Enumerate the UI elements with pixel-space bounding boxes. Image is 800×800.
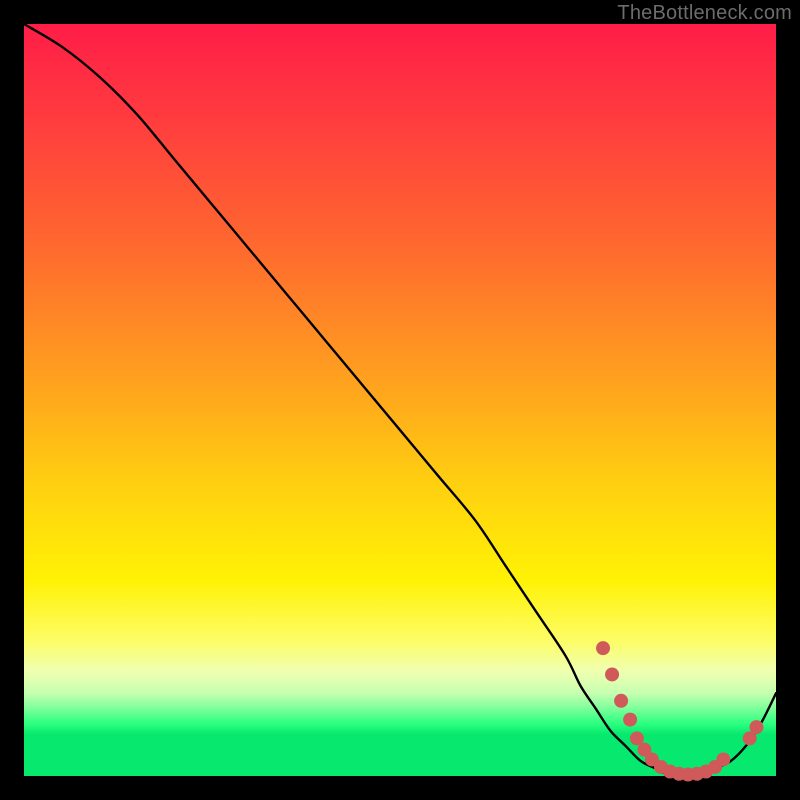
data-marker xyxy=(596,641,610,655)
data-marker xyxy=(749,720,763,734)
attribution-label: TheBottleneck.com xyxy=(617,2,792,25)
data-marker xyxy=(716,752,730,766)
chart-frame: TheBottleneck.com xyxy=(0,0,800,800)
plot-area xyxy=(24,24,776,776)
data-marker xyxy=(623,713,637,727)
curve-layer xyxy=(24,24,776,776)
marker-layer xyxy=(596,641,763,781)
bottleneck-curve xyxy=(24,24,776,777)
data-marker xyxy=(605,667,619,681)
data-marker xyxy=(614,694,628,708)
